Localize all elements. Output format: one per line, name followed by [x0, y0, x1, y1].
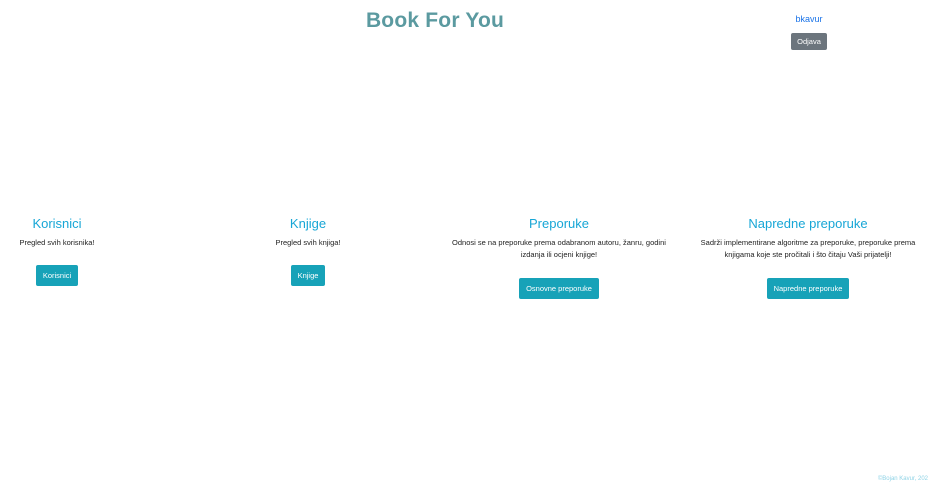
card-korisnici: Korisnici Pregled svih korisnika! Korisn…	[0, 216, 114, 286]
knjige-button[interactable]: Knjige	[290, 265, 326, 286]
napredne-preporuke-button[interactable]: Napredne preporuke	[766, 278, 850, 299]
site-title: Book For You	[365, 9, 505, 32]
page: Book For You bkavur Odjava Korisnici Pre…	[0, 0, 930, 485]
card-title-knjige: Knjige	[289, 216, 327, 231]
card-title-korisnici: Korisnici	[32, 216, 82, 231]
card-title-preporuke: Preporuke	[529, 216, 589, 231]
card-description-preporuke: Odnosi se na preporuke prema odabranom a…	[452, 238, 666, 259]
korisnici-button[interactable]: Korisnici	[35, 265, 79, 286]
card-knjige: Knjige Pregled svih knjiga! Knjige	[249, 216, 367, 286]
card-napredne-preporuke: Napredne preporuke Sadrži implementirane…	[690, 216, 926, 299]
card-preporuke: Preporuke Odnosi se na preporuke prema o…	[440, 216, 678, 299]
card-description-korisnici: Pregled svih korisnika!	[19, 238, 95, 247]
card-description-napredne-preporuke: Sadrži implementirane algoritme za prepo…	[700, 238, 916, 259]
user-box: bkavur Odjava	[784, 14, 834, 50]
footer-copyright: ©Bojan Kavur, 202	[877, 476, 928, 482]
card-description-knjige: Pregled svih knjiga!	[275, 238, 341, 247]
username-link[interactable]: bkavur	[784, 14, 834, 24]
card-title-napredne-preporuke: Napredne preporuke	[748, 216, 868, 231]
logout-button[interactable]: Odjava	[791, 33, 827, 50]
osnovne-preporuke-button[interactable]: Osnovne preporuke	[519, 278, 599, 299]
